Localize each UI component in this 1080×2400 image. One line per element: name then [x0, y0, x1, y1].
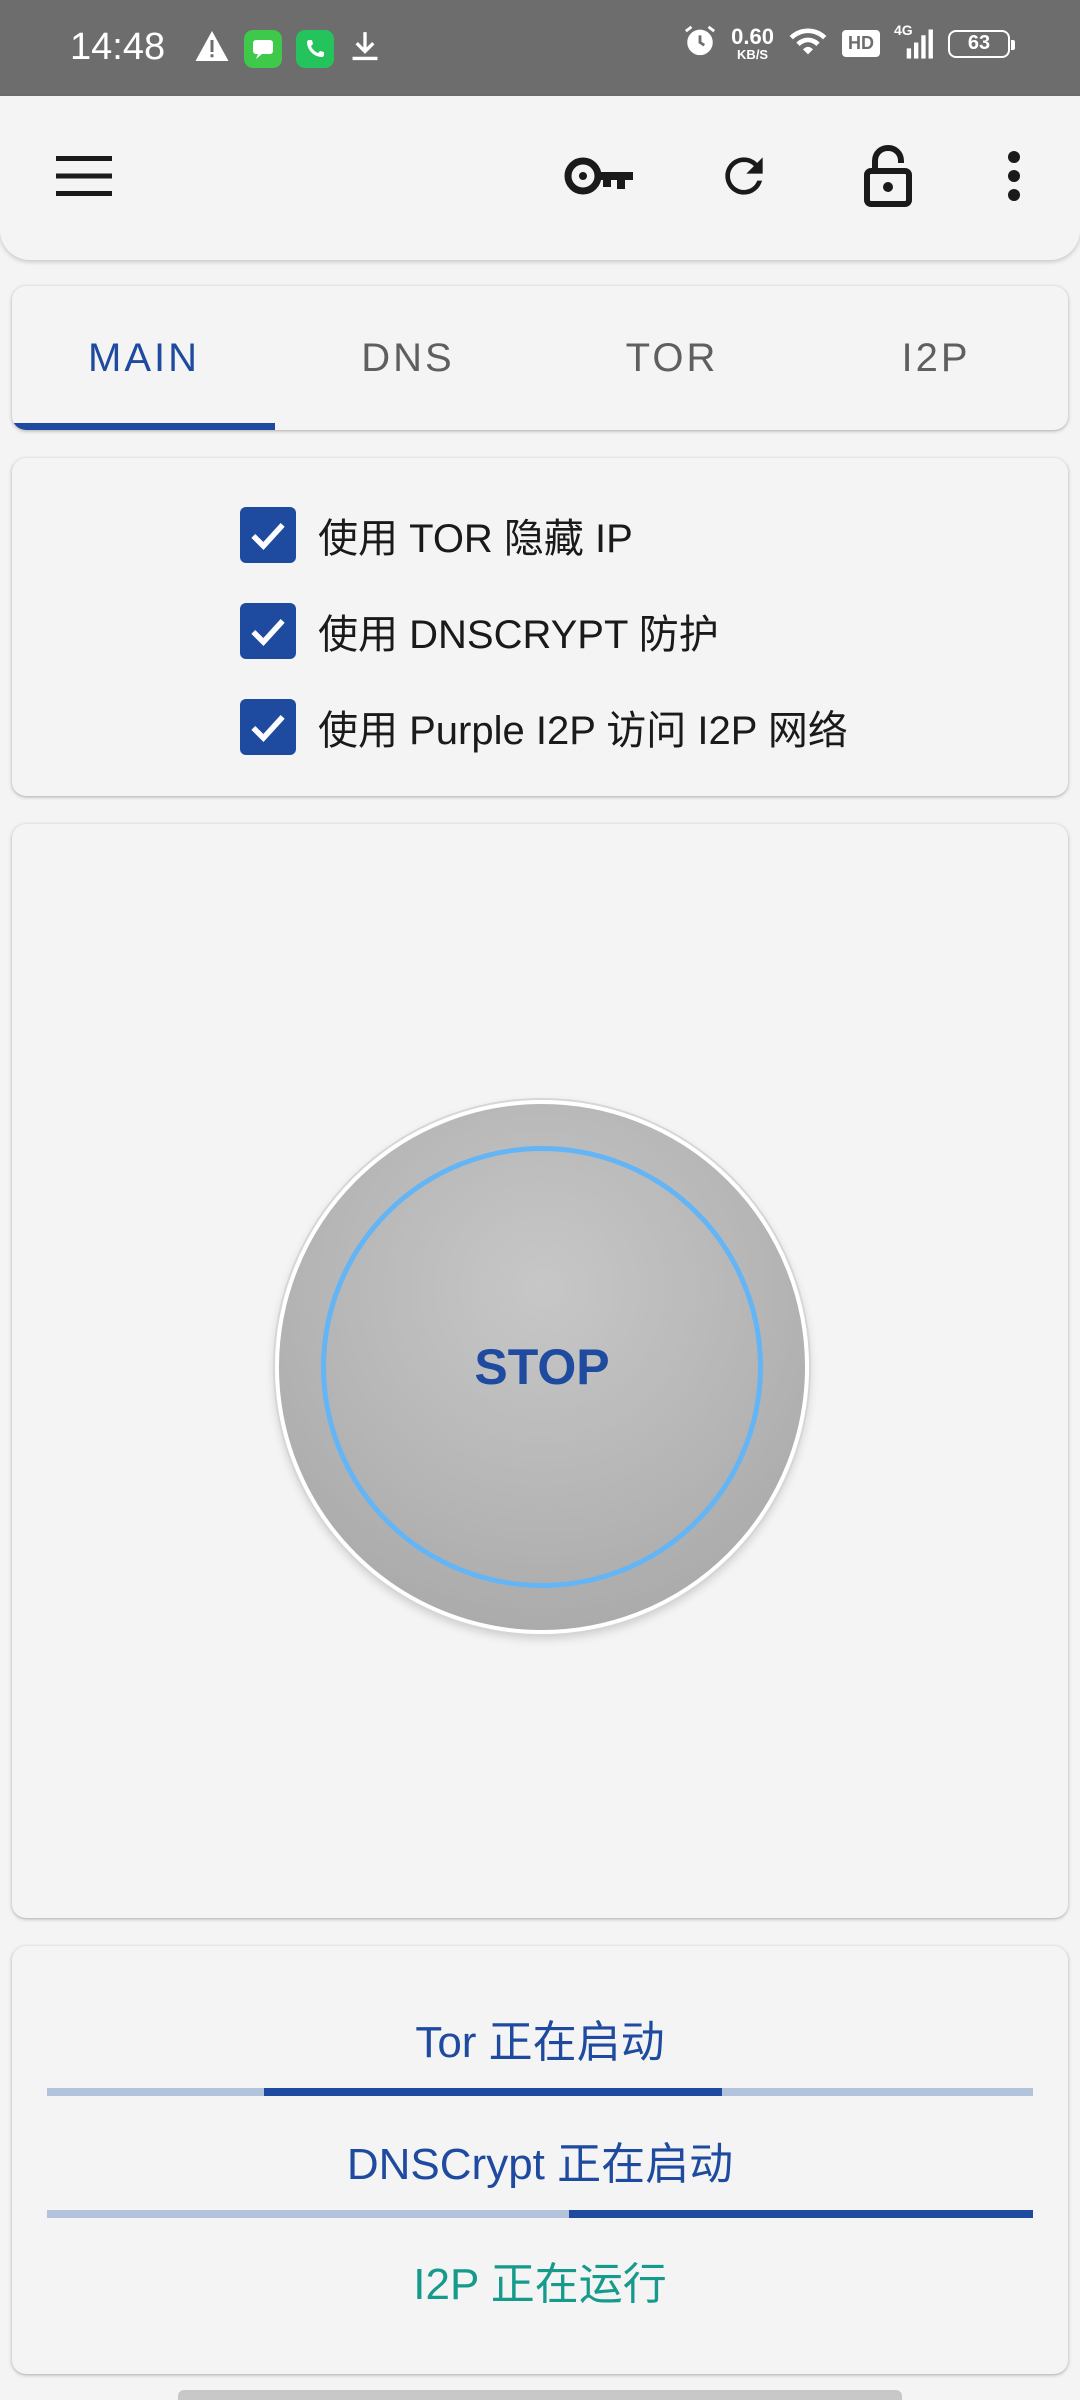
alarm-icon [683, 24, 717, 63]
option-i2p-label: 使用 Purple I2P 访问 I2P 网络 [318, 709, 848, 753]
dnscrypt-progress-fill [569, 2210, 1033, 2218]
options-card: 使用 TOR 隐藏 IP 使用 DNSCRYPT 防护 使用 Purple I2… [12, 458, 1068, 796]
refresh-button[interactable] [704, 138, 784, 218]
tab-main[interactable]: MAIN [12, 286, 276, 430]
overflow-menu-button[interactable] [974, 138, 1054, 218]
menu-button[interactable] [44, 138, 124, 218]
tor-status-text: Tor 正在启动 [415, 2018, 665, 2067]
stop-button[interactable]: STOP [275, 1100, 809, 1634]
service-status-card: Tor 正在启动 DNSCrypt 正在启动 I2P 正在运行 [12, 1946, 1068, 2374]
more-vert-icon [1006, 150, 1022, 207]
check-icon [251, 523, 285, 550]
key-icon [563, 153, 637, 204]
check-icon [251, 715, 285, 742]
messages-app-icon [244, 29, 282, 68]
option-tor-label: 使用 TOR 隐藏 IP [318, 517, 633, 561]
bottom-sheet-handle[interactable] [178, 2390, 902, 2400]
tab-tor[interactable]: TOR [540, 286, 804, 430]
status-bar: 14:48 0.60 KB/S HD 4G 63 [0, 0, 1080, 96]
dnscrypt-status-text: DNSCrypt 正在启动 [346, 2140, 734, 2189]
tor-progress-fill [264, 2088, 722, 2096]
tab-i2p[interactable]: I2P [804, 286, 1068, 430]
tab-dns[interactable]: DNS [276, 286, 540, 430]
key-button[interactable] [560, 138, 640, 218]
tab-indicator [12, 423, 275, 430]
i2p-checkbox[interactable] [240, 699, 296, 755]
hd-badge: HD [842, 30, 880, 57]
warning-icon [194, 29, 230, 68]
lock-icon [863, 144, 913, 212]
option-dnscrypt-label: 使用 DNSCRYPT 防护 [318, 613, 719, 657]
dnscrypt-progress-bar [47, 2210, 1033, 2218]
main-control-card: STOP [12, 824, 1068, 1918]
refresh-icon [716, 148, 772, 209]
option-tor[interactable]: 使用 TOR 隐藏 IP [240, 506, 633, 564]
dnscrypt-checkbox[interactable] [240, 603, 296, 659]
app-toolbar [0, 96, 1080, 260]
tor-checkbox[interactable] [240, 507, 296, 563]
tab-bar: MAIN DNS TOR I2P [12, 286, 1068, 430]
option-i2p[interactable]: 使用 Purple I2P 访问 I2P 网络 [240, 698, 848, 756]
signal-icon: 4G [894, 22, 934, 60]
wifi-icon [788, 25, 828, 62]
status-notification-icons [194, 28, 382, 69]
tor-progress-bar [47, 2088, 1033, 2096]
battery-indicator: 63 [948, 29, 1015, 58]
phone-app-icon [296, 29, 334, 68]
menu-icon [54, 154, 114, 203]
option-dnscrypt[interactable]: 使用 DNSCRYPT 防护 [240, 602, 719, 660]
status-system-icons: 0.60 KB/S HD 4G 63 [683, 22, 1015, 63]
stop-button-label: STOP [474, 1339, 610, 1395]
check-icon [251, 619, 285, 646]
download-icon [348, 28, 382, 69]
lock-button[interactable] [848, 138, 928, 218]
status-time: 14:48 [70, 26, 166, 68]
i2p-status-text: I2P 正在运行 [413, 2260, 667, 2309]
net-speed: 0.60 KB/S [731, 24, 774, 62]
